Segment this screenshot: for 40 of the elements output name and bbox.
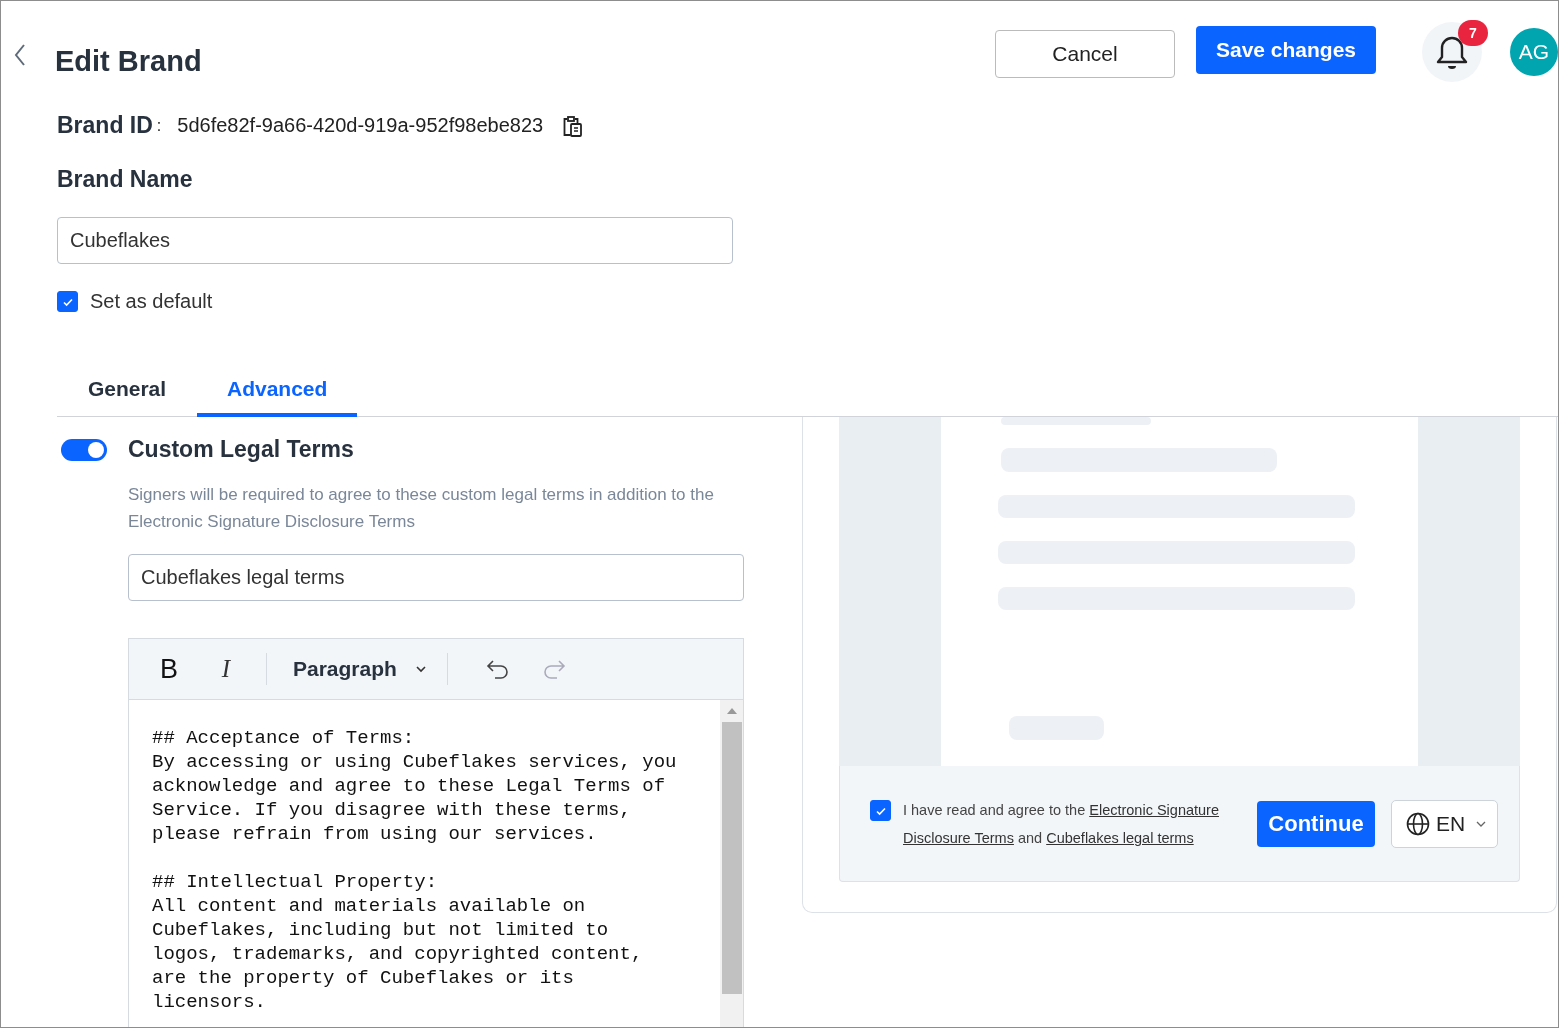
brand-name-label: Brand Name	[57, 166, 194, 193]
globe-icon	[1406, 811, 1430, 836]
set-default-label: Set as default	[90, 290, 213, 313]
terms-name-field[interactable]: Cubeflakes legal terms	[128, 554, 744, 601]
tab[interactable]: Advanced	[197, 369, 358, 417]
checkbox[interactable]	[57, 291, 78, 312]
caret-icon	[414, 665, 427, 673]
back-icon[interactable]	[13, 43, 27, 67]
italic-button[interactable]: I	[206, 655, 246, 683]
heading-text: ## Acceptance of Terms:	[152, 726, 416, 750]
caret-icon	[1475, 819, 1488, 828]
scroll-up-icon[interactable]	[726, 708, 737, 714]
cancel-button[interactable]: Cancel	[995, 30, 1175, 78]
separator: :	[156, 116, 162, 135]
terms-link[interactable]: Disclosure Terms	[903, 829, 1014, 846]
description-text: Signers will be required to agree to these custom legal terms in addition to the Electronic Signature Disclosure Terms	[128, 484, 715, 533]
tab[interactable]: General	[57, 369, 197, 417]
continue-button[interactable]: Continue	[1257, 800, 1375, 847]
terms-link[interactable]: Cubeflakes legal terms	[1046, 829, 1194, 846]
brand-id-value: 5d6fe82f-9a66-420d-919a-952f98ebe823	[177, 114, 544, 137]
checkbox[interactable]	[870, 800, 891, 821]
language-dropdown[interactable]: EN	[1391, 799, 1499, 848]
paragraph-text: All content and materials available on Cubeflakes, including but not limited to logos, trademarks, and copyrighted content, are the property of Cubeflakes or its licensors.	[152, 894, 644, 1014]
block-format-dropdown[interactable]: Paragraph	[287, 657, 427, 681]
section-title: Custom Legal Terms	[128, 436, 354, 463]
brand-name-field[interactable]: Cubeflakes	[57, 217, 733, 264]
page-title: Edit Brand	[55, 44, 202, 78]
copy-icon[interactable]	[561, 114, 584, 137]
scrollbar[interactable]	[720, 700, 743, 1027]
bold-button[interactable]: B	[149, 653, 189, 685]
terms-link[interactable]: Electronic Signature	[1089, 801, 1219, 818]
brand-id-label: Brand ID	[57, 112, 153, 139]
notification-count: 7	[1458, 20, 1488, 46]
toggle-switch[interactable]	[61, 438, 107, 461]
agreement-text: I have read and agree to the Electronic Signature Disclosure Terms and Cubeflakes legal terms	[903, 800, 1220, 848]
scroll-thumb[interactable]	[721, 722, 742, 994]
heading-text: ## Intellectual Property:	[152, 870, 439, 894]
save-button[interactable]: Save changes	[1196, 26, 1376, 74]
paragraph-text: By accessing or using Cubeflakes services, you acknowledge and agree to these Legal Terms of Service. If you disagree with these terms, please refrain from using our services.	[152, 750, 678, 846]
bell-icon	[1435, 34, 1469, 70]
